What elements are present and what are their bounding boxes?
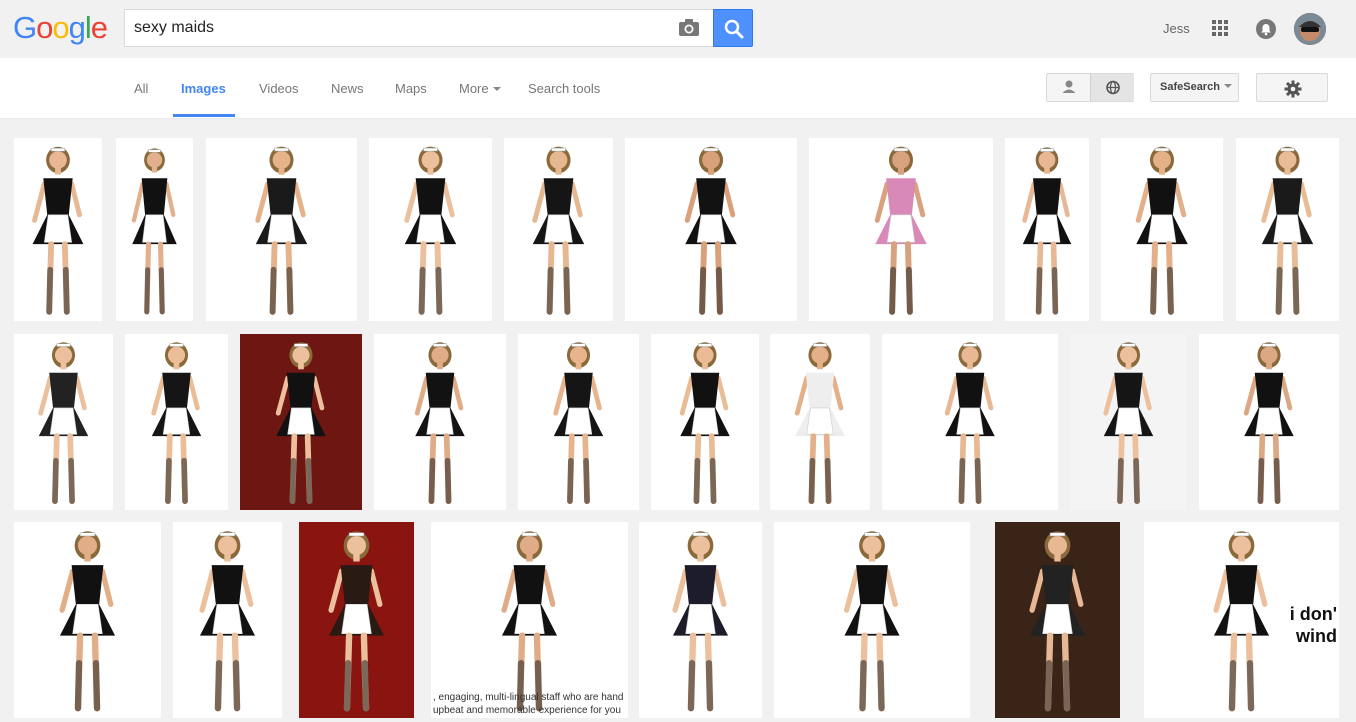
image-result-thumbnail[interactable]	[369, 138, 492, 321]
tab-maps[interactable]: Maps	[395, 81, 427, 96]
image-result-thumbnail[interactable]	[625, 138, 797, 321]
search-button[interactable]	[713, 9, 753, 47]
tab-videos[interactable]: Videos	[259, 81, 299, 96]
tab-more[interactable]: More	[459, 81, 501, 96]
image-results-grid: , engaging, multi-lingual staff who are …	[0, 119, 1356, 722]
image-result-thumbnail[interactable]	[374, 334, 506, 510]
thumbnail-caption-text: i don'	[1289, 604, 1337, 625]
figure-illustration	[131, 148, 177, 315]
apps-grid-icon[interactable]	[1212, 20, 1228, 36]
tab-search-tools[interactable]: Search tools	[528, 81, 600, 96]
image-result-thumbnail[interactable]	[995, 522, 1120, 718]
image-result-thumbnail[interactable]	[240, 334, 362, 510]
image-result-thumbnail[interactable]	[639, 522, 762, 718]
logo-letter: G	[13, 10, 37, 45]
figure-illustration	[944, 342, 995, 505]
image-result-thumbnail[interactable]: , engaging, multi-lingual staff who are …	[431, 522, 628, 718]
image-result-thumbnail[interactable]	[173, 522, 282, 718]
logo-letter: e	[90, 10, 108, 45]
tab-more-label: More	[459, 81, 489, 96]
logo-letter: o	[36, 10, 53, 45]
figure-illustration	[328, 531, 385, 712]
figure-illustration	[672, 531, 729, 712]
figure-illustration	[843, 531, 900, 712]
image-result-thumbnail[interactable]	[504, 138, 613, 321]
image-result-thumbnail[interactable]	[206, 138, 357, 321]
image-result-thumbnail[interactable]	[299, 522, 414, 718]
image-result-thumbnail[interactable]: i don' wind	[1144, 522, 1339, 718]
figure-illustration	[553, 342, 604, 505]
safesearch-dropdown[interactable]: SafeSearch	[1150, 73, 1239, 102]
image-result-thumbnail[interactable]	[116, 138, 193, 321]
tab-images[interactable]: Images	[181, 81, 226, 96]
figure-illustration	[32, 146, 84, 315]
account-avatar[interactable]	[1294, 13, 1326, 45]
safesearch-label: SafeSearch	[1160, 81, 1220, 93]
figure-illustration	[1135, 146, 1188, 315]
results-view-toggle	[1046, 73, 1134, 102]
tab-all[interactable]: All	[134, 81, 148, 96]
image-result-thumbnail[interactable]	[14, 334, 113, 510]
search-nav-bar: All Images Videos News Maps More Search …	[0, 58, 1356, 119]
figure-illustration	[679, 342, 730, 505]
thumbnail-caption-text: upbeat and memorable experience for you	[433, 705, 621, 716]
image-result-thumbnail[interactable]	[651, 334, 759, 510]
person-icon	[1062, 80, 1076, 93]
figure-illustration	[684, 146, 737, 315]
image-result-thumbnail[interactable]	[1005, 138, 1089, 321]
global-results-button[interactable]	[1090, 74, 1134, 101]
figure-illustration	[1029, 531, 1086, 712]
logo-letter: o	[52, 10, 69, 45]
image-result-thumbnail[interactable]	[1199, 334, 1339, 510]
personal-results-button[interactable]	[1047, 74, 1091, 101]
image-result-thumbnail[interactable]	[14, 522, 161, 718]
figure-illustration	[414, 342, 465, 505]
settings-button[interactable]	[1256, 73, 1328, 102]
figure-illustration	[1022, 147, 1072, 315]
figure-illustration	[255, 146, 308, 315]
figure-illustration	[151, 342, 202, 505]
chevron-down-icon	[1223, 84, 1232, 88]
image-result-thumbnail[interactable]	[1101, 138, 1223, 321]
search-input[interactable]	[134, 17, 664, 39]
figure-illustration	[874, 146, 927, 315]
figure-illustration	[1243, 342, 1294, 505]
image-result-thumbnail[interactable]	[518, 334, 639, 510]
figure-illustration	[275, 342, 326, 505]
figure-illustration	[1261, 146, 1314, 315]
camera-icon[interactable]	[678, 18, 700, 38]
globe-icon	[1106, 80, 1120, 95]
figure-illustration	[794, 342, 845, 505]
image-result-thumbnail[interactable]	[774, 522, 970, 718]
image-result-thumbnail[interactable]	[770, 334, 870, 510]
logo-letter: g	[68, 10, 86, 45]
notifications-bell-icon[interactable]	[1256, 19, 1276, 39]
tab-news[interactable]: News	[331, 81, 364, 96]
google-logo[interactable]: Google	[13, 10, 108, 46]
image-result-thumbnail[interactable]	[882, 334, 1058, 510]
figure-illustration	[59, 531, 116, 712]
chevron-down-icon	[492, 87, 501, 91]
gear-icon	[1284, 80, 1302, 98]
thumbnail-caption-text: , engaging, multi-lingual staff who are …	[433, 692, 624, 703]
figure-illustration	[404, 146, 457, 315]
active-tab-indicator	[173, 114, 235, 117]
figure-illustration	[532, 146, 585, 315]
image-result-thumbnail[interactable]	[1236, 138, 1339, 321]
figure-illustration	[199, 531, 256, 712]
image-result-thumbnail[interactable]	[14, 138, 102, 321]
figure-illustration	[1103, 342, 1154, 505]
figure-illustration	[501, 531, 558, 712]
user-name[interactable]: Jess	[1163, 21, 1190, 36]
image-result-thumbnail[interactable]	[809, 138, 993, 321]
thumbnail-caption-text: wind	[1296, 626, 1337, 647]
search-box[interactable]	[124, 9, 713, 47]
image-result-thumbnail[interactable]	[1070, 334, 1187, 510]
image-result-thumbnail[interactable]	[125, 334, 228, 510]
top-bar: Google Jess	[0, 0, 1356, 58]
figure-illustration	[38, 342, 89, 505]
